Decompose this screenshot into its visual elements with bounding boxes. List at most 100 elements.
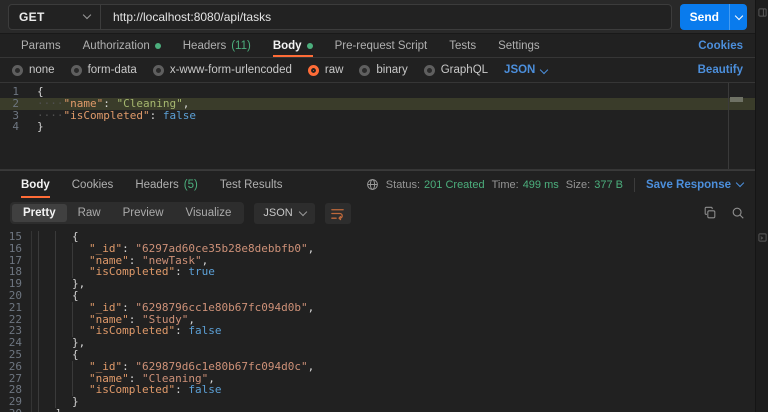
indent-guide [55, 314, 72, 326]
mode-label: raw [325, 64, 344, 76]
view-tab-visualize[interactable]: Visualize [175, 204, 243, 222]
token: false [163, 110, 196, 122]
token: : [175, 266, 188, 278]
cookies-link[interactable]: Cookies [698, 40, 743, 52]
tab-tests[interactable]: Tests [440, 34, 485, 57]
indent-guide [72, 302, 89, 314]
code-line[interactable]: 21"_id": "6298796cc1e80b67fc094d0b", [0, 302, 755, 314]
response-body-editor[interactable]: 15{16"_id": "6297ad60ce35b28e8debbfb0",1… [0, 228, 755, 412]
send-options-caret[interactable] [729, 4, 747, 30]
token: : [150, 110, 163, 122]
wrap-text-icon [330, 206, 345, 221]
code-line[interactable]: 24}, [0, 337, 755, 349]
token: "629879d6c1e80b67fc094d0c" [135, 361, 307, 373]
indent-guide [55, 384, 72, 396]
indent-guide [38, 231, 55, 243]
code-line[interactable]: 16"_id": "6297ad60ce35b28e8debbfb0", [0, 243, 755, 255]
token: : [122, 361, 135, 373]
url-input[interactable]: http://localhost:8080/api/tasks [101, 10, 671, 24]
mode-graphql[interactable]: GraphQL [424, 64, 488, 76]
token: : [103, 98, 116, 110]
size-badge: Size:377 B [566, 179, 623, 191]
mode-form-data[interactable]: form-data [71, 64, 137, 76]
method-selector[interactable]: GET [9, 5, 101, 29]
code-text: }, [32, 278, 755, 290]
code-line[interactable]: 25{ [0, 349, 755, 361]
token: "_id" [89, 361, 122, 373]
code-line[interactable]: 19}, [0, 278, 755, 290]
response-language-dropdown[interactable]: JSON [254, 203, 314, 224]
token: } [37, 121, 44, 133]
save-response-label: Save Response [646, 179, 731, 191]
console-icon[interactable] [758, 233, 767, 242]
indent-guide [55, 302, 72, 314]
save-response-button[interactable]: Save Response [646, 179, 743, 191]
tab-cookies[interactable]: Cookies [63, 171, 123, 198]
indent-guide [55, 349, 72, 361]
indent-guide [38, 337, 55, 349]
tab-label: Body [21, 179, 50, 191]
code-line[interactable]: 20{ [0, 290, 755, 302]
tab-authorization[interactable]: Authorization [74, 34, 170, 57]
code-line[interactable]: 30] [0, 408, 755, 412]
tab-body[interactable]: Body [12, 171, 59, 198]
tab-body[interactable]: Body [264, 34, 322, 57]
request-language-dropdown[interactable]: JSON [504, 64, 547, 76]
token: , [308, 361, 315, 373]
beautify-link[interactable]: Beautify [698, 64, 743, 76]
indent-guide [38, 408, 55, 412]
code-line[interactable]: 4} [0, 121, 755, 133]
tab-count: (11) [231, 40, 251, 52]
view-tab-raw[interactable]: Raw [67, 204, 112, 222]
indent-guide [72, 255, 89, 267]
code-text: "_id": "6298796cc1e80b67fc094d0b", [32, 302, 755, 314]
token: "isCompleted" [64, 110, 150, 122]
code-text: ····"isCompleted": false [28, 110, 755, 122]
tab-headers[interactable]: Headers(5) [126, 171, 207, 198]
request-body-editor[interactable]: 1{2····"name": "Cleaning",3····"isComple… [0, 83, 755, 170]
tab-headers[interactable]: Headers (11) [174, 34, 260, 57]
indent-guide [72, 243, 89, 255]
code-line[interactable]: 26"_id": "629879d6c1e80b67fc094d0c", [0, 361, 755, 373]
code-text: "isCompleted": false [32, 384, 755, 396]
response-view-switcher: PrettyRawPreviewVisualize [10, 202, 244, 224]
search-button[interactable] [731, 206, 745, 220]
code-line[interactable]: 23"isCompleted": false [0, 325, 755, 337]
tab-params[interactable]: Params [12, 34, 70, 57]
radio-icon [153, 65, 164, 76]
tab-count: (5) [184, 179, 198, 191]
mode-binary[interactable]: binary [359, 64, 407, 76]
tab-settings[interactable]: Settings [489, 34, 549, 57]
token: "name" [64, 98, 104, 110]
mode-none[interactable]: none [12, 64, 55, 76]
code-line[interactable]: 29} [0, 396, 755, 408]
divider [634, 178, 635, 192]
tab-label: Headers [183, 40, 226, 52]
request-language-label: JSON [504, 64, 535, 76]
code-text: "_id": "6297ad60ce35b28e8debbfb0", [32, 243, 755, 255]
copy-icon [703, 206, 717, 220]
mode-x-www-form-urlencoded[interactable]: x-www-form-urlencoded [153, 64, 292, 76]
sidebar-panel-icon[interactable] [758, 8, 767, 17]
mode-label: x-www-form-urlencoded [170, 64, 292, 76]
view-tab-preview[interactable]: Preview [112, 204, 175, 222]
tab-pre-request-script[interactable]: Pre-request Script [326, 34, 437, 57]
indent-guide [38, 278, 55, 290]
code-line[interactable]: 2····"name": "Cleaning", [0, 98, 755, 110]
mode-raw[interactable]: raw [308, 64, 344, 76]
code-line[interactable]: 3····"isCompleted": false [0, 110, 755, 122]
code-line[interactable]: 28"isCompleted": false [0, 384, 755, 396]
token: { [72, 349, 79, 361]
indent-guide [38, 349, 55, 361]
status-badge: Status:201 Created [386, 179, 485, 191]
token: { [72, 231, 79, 243]
view-tab-pretty[interactable]: Pretty [12, 204, 67, 222]
send-button[interactable]: Send [680, 4, 747, 30]
tab-label: Test Results [220, 179, 283, 191]
wrap-lines-button[interactable] [325, 203, 351, 224]
copy-button[interactable] [703, 206, 717, 220]
tab-test-results[interactable]: Test Results [211, 171, 292, 198]
tab-label: Params [21, 40, 61, 52]
indent-guide [38, 266, 55, 278]
code-line[interactable]: 18"isCompleted": true [0, 266, 755, 278]
